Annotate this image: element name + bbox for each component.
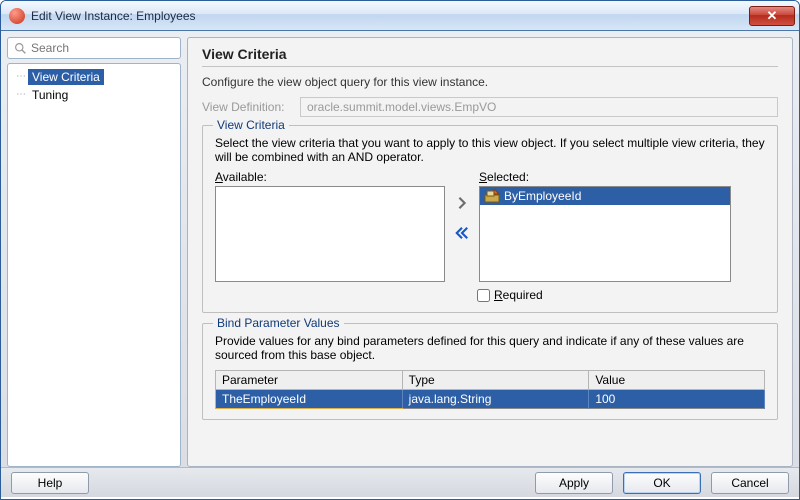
view-definition-label: View Definition: <box>202 100 292 114</box>
table-row[interactable]: TheEmployeeId java.lang.String 100 <box>216 390 765 409</box>
cancel-button[interactable]: Cancel <box>711 472 789 494</box>
close-icon: ✕ <box>767 8 778 24</box>
selected-item-label: ByEmployeeId <box>504 189 581 203</box>
required-checkbox[interactable] <box>477 289 490 302</box>
move-left-button[interactable] <box>453 224 471 242</box>
cell-type: java.lang.String <box>402 390 589 409</box>
panel-description: Configure the view object query for this… <box>202 75 778 89</box>
view-definition-row: View Definition: oracle.summit.model.vie… <box>202 97 778 117</box>
search-field[interactable] <box>7 37 181 59</box>
workarea: ⋯ View Criteria ⋯ Tuning View Criteria C… <box>1 31 799 467</box>
nav-item-tuning[interactable]: ⋯ Tuning <box>12 86 176 104</box>
criteria-icon <box>484 189 500 203</box>
bind-params-fieldset: Bind Parameter Values Provide values for… <box>202 323 778 420</box>
titlebar: Edit View Instance: Employees ✕ <box>1 1 799 31</box>
view-criteria-fieldset: View Criteria Select the view criteria t… <box>202 125 778 313</box>
nav-item-view-criteria[interactable]: ⋯ View Criteria <box>12 68 176 86</box>
available-label: Available: <box>215 170 445 184</box>
available-listbox[interactable] <box>215 186 445 282</box>
view-definition-value: oracle.summit.model.views.EmpVO <box>300 97 778 117</box>
panel-title: View Criteria <box>202 46 778 62</box>
col-parameter[interactable]: Parameter <box>216 371 403 390</box>
ok-button[interactable]: OK <box>623 472 701 494</box>
shuttle-arrows <box>451 170 473 266</box>
col-value[interactable]: Value <box>589 371 765 390</box>
app-icon <box>9 8 25 24</box>
bind-params-instructions: Provide values for any bind parameters d… <box>215 334 765 362</box>
col-type[interactable]: Type <box>402 371 589 390</box>
selected-item[interactable]: ByEmployeeId <box>480 187 730 205</box>
bind-params-table: Parameter Type Value TheEmployeeId java.… <box>215 370 765 409</box>
chevron-double-left-icon <box>455 226 469 240</box>
close-button[interactable]: ✕ <box>749 6 795 26</box>
move-right-button[interactable] <box>453 194 471 212</box>
required-label: Required <box>494 288 543 302</box>
sidebar: ⋯ View Criteria ⋯ Tuning <box>7 37 181 467</box>
window-title: Edit View Instance: Employees <box>31 9 196 23</box>
help-button[interactable]: Help <box>11 472 89 494</box>
nav-tree: ⋯ View Criteria ⋯ Tuning <box>7 63 181 467</box>
selected-label: Selected: <box>479 170 731 184</box>
bind-params-legend: Bind Parameter Values <box>213 316 344 330</box>
search-input[interactable] <box>31 41 186 55</box>
chevron-right-icon <box>455 196 469 210</box>
view-criteria-instructions: Select the view criteria that you want t… <box>215 136 765 164</box>
selected-listbox[interactable]: ByEmployeeId <box>479 186 731 282</box>
view-criteria-legend: View Criteria <box>213 118 289 132</box>
apply-button[interactable]: Apply <box>535 472 613 494</box>
main-panel: View Criteria Configure the view object … <box>187 37 793 467</box>
buttonbar: Help Apply OK Cancel <box>1 467 799 497</box>
cell-value: 100 <box>589 390 765 409</box>
nav-item-label: View Criteria <box>28 69 104 85</box>
nav-item-label: Tuning <box>28 87 72 103</box>
search-icon <box>14 42 27 55</box>
cell-parameter: TheEmployeeId <box>216 390 403 409</box>
